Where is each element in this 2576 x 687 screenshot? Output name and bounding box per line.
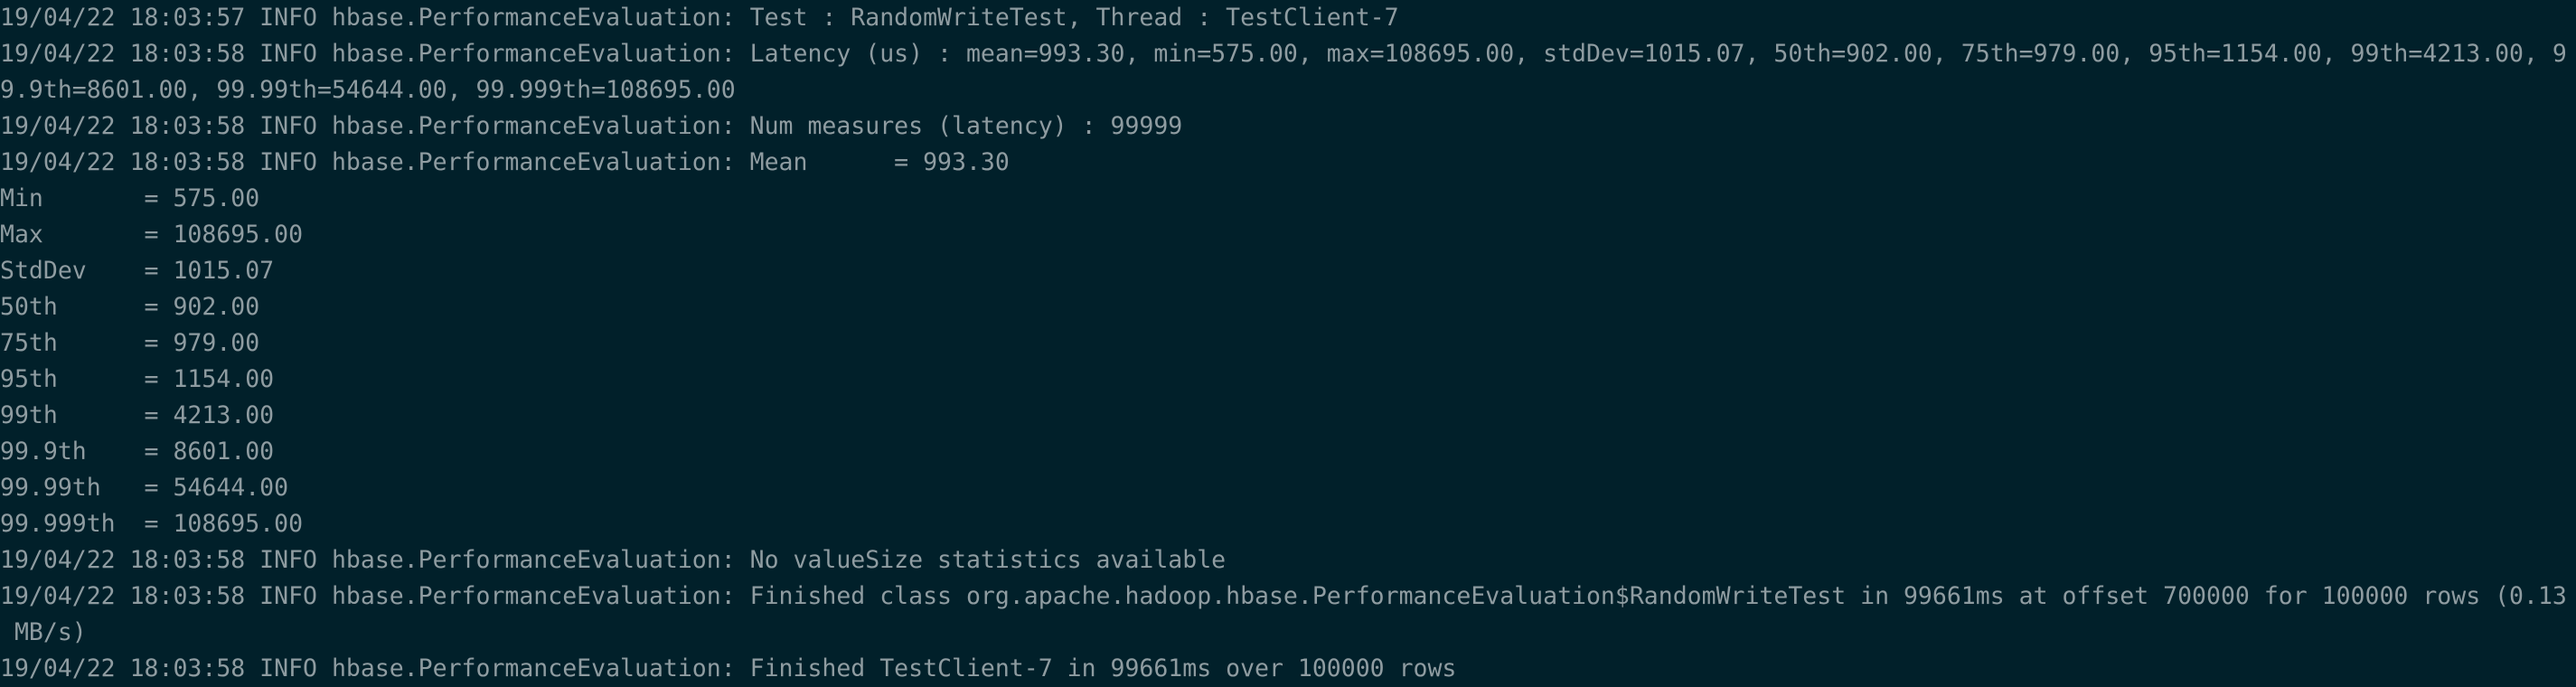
log-line-test-start: 19/04/22 18:03:57 INFO hbase.Performance… xyxy=(0,4,1399,32)
stat-line-max: Max = 108695.00 xyxy=(0,221,304,249)
log-line-latency-summary-wrap: 9.9th=8601.00, 99.99th=54644.00, 99.999t… xyxy=(0,76,736,104)
stat-line-99-999th: 99.999th = 108695.00 xyxy=(0,510,304,538)
stat-line-min: Min = 575.00 xyxy=(0,184,260,212)
log-line-finished-class-wrap: MB/s) xyxy=(0,618,87,646)
log-line-num-measures: 19/04/22 18:03:58 INFO hbase.Performance… xyxy=(0,112,1183,140)
log-line-finished-client: 19/04/22 18:03:58 INFO hbase.Performance… xyxy=(0,654,1457,682)
log-line-mean: 19/04/22 18:03:58 INFO hbase.Performance… xyxy=(0,148,1010,176)
stat-line-75th: 75th = 979.00 xyxy=(0,329,260,357)
stat-line-stddev: StdDev = 1015.07 xyxy=(0,257,275,285)
stat-line-99th: 99th = 4213.00 xyxy=(0,401,275,429)
stat-line-95th: 95th = 1154.00 xyxy=(0,365,275,393)
log-line-no-valuesize: 19/04/22 18:03:58 INFO hbase.Performance… xyxy=(0,546,1227,574)
terminal-output[interactable]: 19/04/22 18:03:57 INFO hbase.Performance… xyxy=(0,0,2576,682)
stat-line-99-99th: 99.99th = 54644.00 xyxy=(0,474,289,502)
stat-line-50th: 50th = 902.00 xyxy=(0,293,260,321)
log-line-latency-summary: 19/04/22 18:03:58 INFO hbase.Performance… xyxy=(0,40,2567,68)
log-line-finished-class: 19/04/22 18:03:58 INFO hbase.Performance… xyxy=(0,582,2567,610)
stat-line-99-9th: 99.9th = 8601.00 xyxy=(0,438,275,466)
